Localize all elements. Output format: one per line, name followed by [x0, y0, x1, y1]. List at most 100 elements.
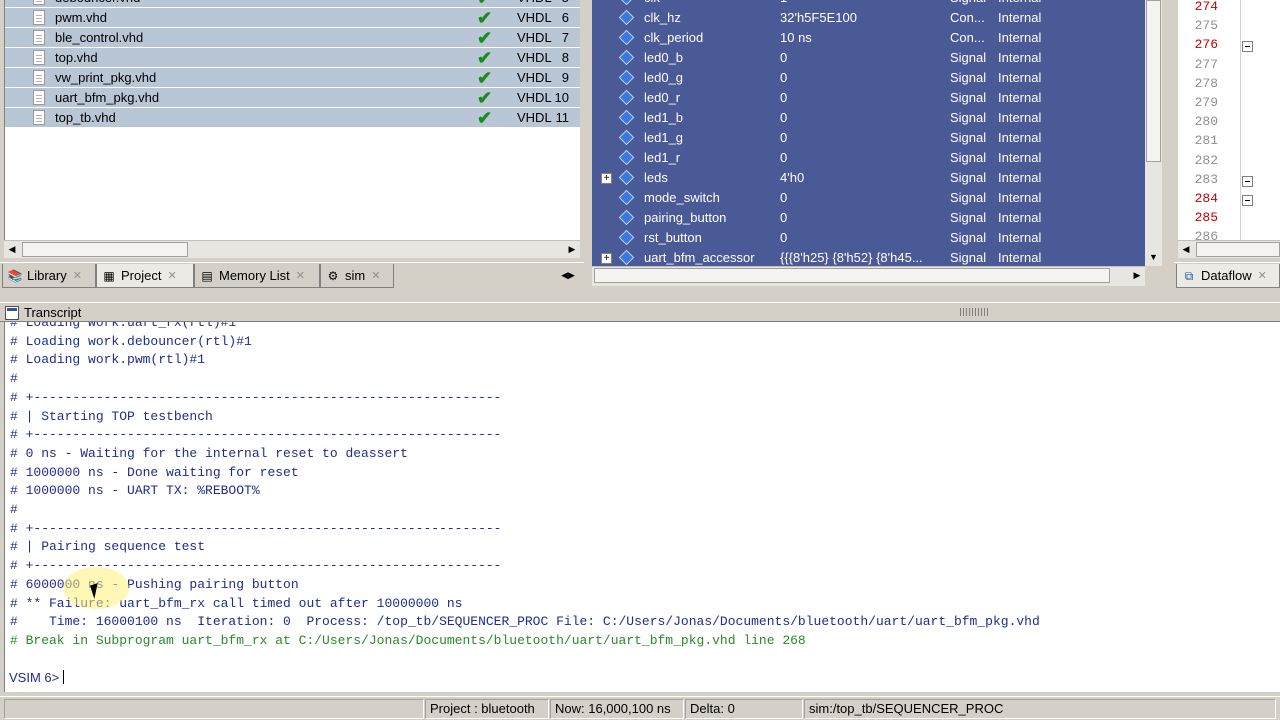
source-editor[interactable]: 274 275 276 277 278 279 280 281 282 283 284 285 286: [1178, 0, 1280, 240]
vhdl-file-icon: [33, 110, 45, 125]
close-icon[interactable]: ✕: [371, 269, 380, 282]
object-row[interactable]: pairing_button 0 Signal Internal: [592, 208, 1138, 228]
close-icon[interactable]: ✕: [1258, 269, 1267, 282]
project-tabbar: 📚 Library ✕ ▦ Project ✕ ▤ Memory List ✕ …: [0, 262, 584, 288]
tab-memory-list-label: Memory List: [219, 268, 290, 283]
memory-list-icon: ▤: [201, 268, 213, 283]
object-row[interactable]: led0_g 0 Signal Internal: [592, 68, 1138, 88]
scroll-right-icon[interactable]: ▶: [1129, 267, 1145, 284]
expand-icon[interactable]: +: [601, 173, 612, 184]
object-kind: Con...: [950, 30, 985, 45]
scroll-right-icon[interactable]: ▶: [564, 241, 580, 258]
object-row[interactable]: clk_period 10 ns Con... Internal: [592, 28, 1138, 48]
tab-project[interactable]: ▦ Project ✕: [96, 264, 194, 288]
project-file-row[interactable]: uart_bfm_pkg.vhd ✔ VHDL 10: [5, 88, 580, 108]
object-mode: Internal: [998, 0, 1041, 5]
transcript-line: # +-------------------------------------…: [10, 427, 502, 443]
signal-icon: [618, 209, 635, 226]
tab-memory-list[interactable]: ▤ Memory List ✕: [194, 264, 320, 288]
file-order: 11: [555, 110, 570, 125]
file-type: VHDL: [517, 70, 552, 85]
project-hscrollbar[interactable]: ◀ ▶: [4, 240, 580, 258]
scroll-down-icon[interactable]: ▼: [1145, 249, 1162, 266]
transcript-line: # | Pairing sequence test: [10, 539, 206, 555]
project-file-list[interactable]: debouncer.vhd ✔ VHDL 5 pwm.vhd ✔ VHDL 6 ble_cont…: [4, 0, 580, 240]
project-file-row[interactable]: debouncer.vhd ✔ VHDL 5: [5, 0, 580, 8]
object-row[interactable]: led1_r 0 Signal Internal: [592, 148, 1138, 168]
close-icon[interactable]: ✕: [167, 269, 176, 282]
expand-icon[interactable]: +: [601, 253, 612, 264]
scroll-thumb[interactable]: [1146, 0, 1161, 162]
check-icon: ✔: [477, 8, 493, 28]
objects-hscrollbar[interactable]: ▶: [592, 266, 1145, 286]
project-file-row[interactable]: pwm.vhd ✔ VHDL 6: [5, 8, 580, 28]
object-name: clk: [644, 0, 660, 5]
object-mode: Internal: [998, 50, 1042, 65]
objects-pane: clk 1 Signal Internal clk_hz 32'h5F5E100 Con..…: [592, 0, 1168, 292]
fold-icon[interactable]: [1242, 41, 1253, 53]
vhdl-file-icon: [33, 30, 45, 45]
close-icon[interactable]: ✕: [296, 269, 305, 282]
pane-grip-icon[interactable]: [960, 308, 988, 316]
object-row[interactable]: led1_b 0 Signal Internal: [592, 108, 1138, 128]
object-row[interactable]: led1_g 0 Signal Internal: [592, 128, 1138, 148]
project-file-row[interactable]: ble_control.vhd ✔ VHDL 7: [5, 28, 580, 48]
close-icon[interactable]: ✕: [73, 269, 82, 282]
object-mode: Internal: [998, 190, 1042, 205]
object-value: 4'h0: [780, 170, 805, 185]
command-prompt[interactable]: VSIM 6>: [9, 670, 64, 685]
object-value: 1: [780, 0, 787, 5]
source-hscrollbar[interactable]: ◀: [1178, 240, 1280, 258]
file-type: VHDL: [517, 90, 552, 105]
file-type: VHDL: [517, 10, 552, 25]
text-caret: [62, 670, 64, 684]
object-mode: Internal: [998, 170, 1042, 185]
line-number: 279: [1194, 95, 1218, 110]
tab-dataflow[interactable]: ⧉ Dataflow ✕: [1176, 264, 1280, 288]
scroll-thumb[interactable]: [594, 268, 1110, 283]
object-row[interactable]: + uart_bfm_accessor {{{8'h25} {8'h52} {8'h…: [592, 248, 1138, 266]
signal-icon: [618, 169, 635, 186]
project-file-row[interactable]: top_tb.vhd ✔ VHDL 11: [5, 108, 580, 128]
scroll-thumb[interactable]: [1196, 242, 1280, 257]
project-file-row[interactable]: top.vhd ✔ VHDL 8: [5, 48, 580, 68]
scroll-left-icon[interactable]: ◀: [1178, 241, 1194, 258]
vhdl-file-icon: [33, 10, 45, 25]
object-row[interactable]: clk_hz 32'h5F5E100 Con... Internal: [592, 8, 1138, 28]
check-icon: ✔: [477, 88, 493, 108]
scroll-thumb[interactable]: [22, 242, 188, 257]
object-row[interactable]: clk 1 Signal Internal: [592, 0, 1138, 8]
project-file-row[interactable]: vw_print_pkg.vhd ✔ VHDL 9: [5, 68, 580, 88]
file-order: 9: [561, 70, 569, 85]
signal-icon: [618, 189, 635, 206]
check-icon: ✔: [477, 28, 493, 48]
line-number: 280: [1194, 114, 1218, 130]
object-row[interactable]: led0_r 0 Signal Internal: [592, 88, 1138, 108]
object-value: 0: [780, 90, 788, 105]
object-row[interactable]: mode_switch 0 Signal Internal: [592, 188, 1138, 208]
file-name: vw_print_pkg.vhd: [55, 70, 157, 85]
object-row[interactable]: + leds 4'h0 Signal Internal: [592, 168, 1138, 188]
object-row[interactable]: led0_b 0 Signal Internal: [592, 48, 1138, 68]
modelsim-window: debouncer.vhd ✔ VHDL 5 pwm.vhd ✔ VHDL 6 ble_cont…: [0, 0, 1280, 720]
tab-library[interactable]: 📚 Library ✕: [2, 264, 96, 288]
vhdl-file-icon: [33, 70, 45, 85]
object-name: pairing_button: [644, 210, 727, 225]
transcript-line: # 6000000 ns - Pushing pairing button: [10, 576, 299, 592]
object-value: 0: [780, 210, 788, 225]
object-row[interactable]: rst_button 0 Signal Internal: [592, 228, 1138, 248]
line-number: 282: [1194, 152, 1218, 168]
transcript-console[interactable]: # Break in Subprogram uart_bfm_rx at C:/…: [4, 322, 1280, 692]
objects-vscrollbar[interactable]: ▼: [1145, 0, 1162, 266]
tab-sim[interactable]: ⚙ sim ✕: [320, 264, 394, 288]
tab-scroll-arrows[interactable]: ◀▶: [556, 267, 580, 283]
transcript-line: # Loading work.pwm(rtl)#1: [10, 352, 206, 368]
source-gutter: [1240, 0, 1241, 240]
objects-list[interactable]: clk 1 Signal Internal clk_hz 32'h5F5E100 Con..…: [592, 0, 1145, 266]
fold-icon[interactable]: [1242, 195, 1253, 206]
status-delta: Delta: 0: [685, 699, 803, 719]
scroll-left-icon[interactable]: ◀: [4, 241, 20, 258]
fold-icon[interactable]: [1242, 175, 1253, 187]
status-project: Project : bluetooth: [425, 699, 549, 719]
line-number: 275: [1194, 18, 1218, 34]
